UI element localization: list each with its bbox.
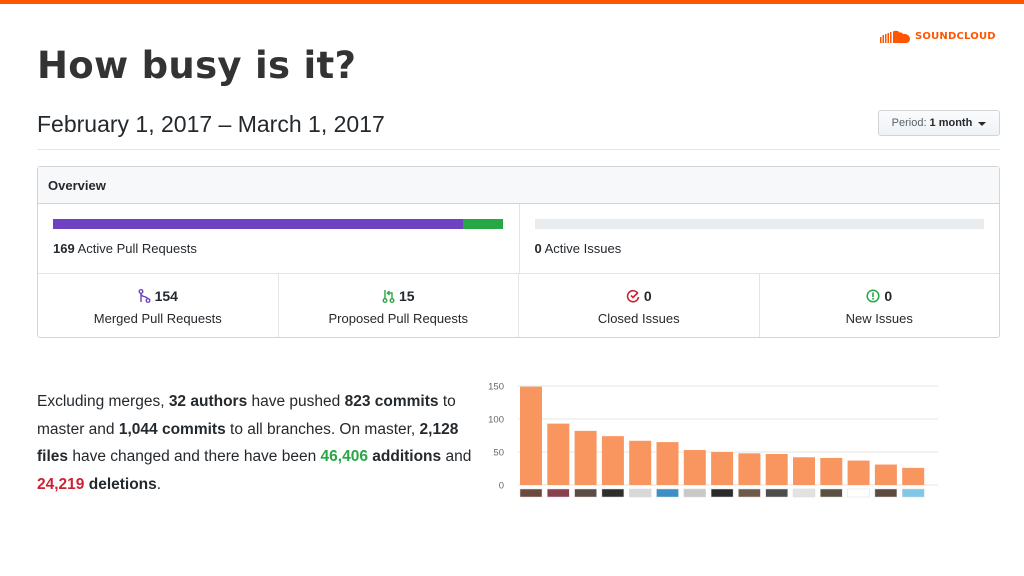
header-divider — [37, 149, 1000, 150]
new-issue-icon — [866, 289, 880, 303]
proposed-label: Proposed Pull Requests — [328, 311, 468, 326]
merged-count: 154 — [154, 288, 178, 304]
y-tick-label: 150 — [488, 382, 504, 393]
contributor-bar — [820, 457, 843, 485]
active-issues-label: Active Issues — [544, 241, 622, 256]
contributor-avatar — [792, 488, 816, 498]
stat-merged-pull-requests[interactable]: 154 Merged Pull Requests — [38, 274, 278, 337]
y-tick-label: 100 — [488, 415, 504, 426]
period-dropdown[interactable]: Period: 1 month — [878, 110, 1000, 136]
closed-issue-icon — [626, 289, 640, 303]
issues-bar — [534, 219, 984, 229]
merged-segment — [53, 219, 464, 229]
deletions-count: 24,219 — [37, 475, 85, 493]
merged-pr-icon — [138, 289, 151, 303]
contributor-avatar — [547, 488, 570, 498]
additions-count: 46,406 — [320, 448, 368, 465]
contributor-avatar — [656, 488, 679, 498]
overview-panel: Overview 169 Active Pull Requests 0 Acti… — [37, 166, 1000, 338]
contributor-avatar — [847, 488, 870, 498]
contributor-bar — [520, 386, 542, 485]
period-label: Period: — [891, 117, 927, 129]
closed-label: Closed Issues — [597, 311, 680, 326]
slide-title: How busy is it? — [37, 44, 357, 87]
y-tick-label: 50 — [493, 448, 504, 459]
contributor-avatar — [765, 488, 788, 498]
contributor-bar — [902, 467, 925, 485]
caret-down-icon — [978, 121, 987, 126]
contributor-avatar — [874, 488, 898, 498]
contributor-bar — [874, 464, 897, 485]
summary-text: Excluding merges, — [37, 393, 169, 410]
contributor-avatar — [820, 488, 843, 498]
contributor-bar — [547, 423, 570, 485]
contributor-avatar — [574, 488, 597, 498]
contributor-avatar — [901, 488, 925, 498]
period-value: 1 month — [929, 117, 973, 129]
top-accent-bar — [0, 0, 1024, 4]
active-pull-requests-link[interactable]: 169 Active Pull Requests — [53, 241, 504, 256]
active-issues-section: 0 Active Issues — [518, 204, 1000, 273]
summary-text: and — [441, 448, 472, 465]
stat-new-issues[interactable]: 0 New Issues — [758, 274, 1000, 337]
new-issues-count: 0 — [884, 288, 893, 304]
merged-label: Merged Pull Requests — [93, 311, 222, 326]
contributor-bar — [574, 430, 597, 485]
contributor-bar — [793, 457, 815, 485]
soundcloud-logo: SOUNDCLOUD — [880, 30, 996, 43]
contributor-bar — [629, 440, 652, 485]
active-issues-link[interactable]: 0 Active Issues — [535, 241, 985, 256]
proposed-count: 15 — [398, 288, 415, 304]
proposed-pr-icon — [382, 290, 395, 303]
all-branches-commits-count: 1,044 commits — [118, 420, 226, 438]
pull-requests-bar — [53, 219, 504, 229]
stat-proposed-pull-requests[interactable]: 15 Proposed Pull Requests — [277, 274, 519, 337]
active-issues-count: 0 — [534, 241, 542, 256]
contributor-avatar — [710, 488, 734, 498]
contributors-bar-chart: 0 50 100 150 — [488, 382, 938, 498]
contributor-avatar — [683, 488, 707, 498]
active-pull-requests-label: Active Pull Requests — [77, 241, 197, 256]
authors-count: 32 authors — [168, 393, 248, 410]
additions-label: additions — [367, 448, 442, 465]
contributor-avatar — [519, 488, 543, 498]
contributor-bar — [683, 450, 706, 485]
contributor-bar — [656, 442, 679, 485]
stat-closed-issues[interactable]: 0 Closed Issues — [518, 274, 759, 337]
summary-text: have changed and there have been — [68, 448, 321, 465]
deletions-label: deletions — [84, 475, 157, 493]
date-range-heading: February 1, 2017 – March 1, 2017 — [37, 111, 385, 137]
summary-text: . — [156, 475, 162, 493]
contributor-avatar — [738, 488, 761, 498]
active-pull-requests-section: 169 Active Pull Requests — [38, 204, 519, 273]
soundcloud-cloud-icon — [880, 30, 910, 43]
overview-header: Overview — [38, 167, 999, 204]
contributor-bar — [601, 436, 624, 485]
brand-name: SOUNDCLOUD — [915, 31, 996, 42]
contributor-avatar — [601, 488, 625, 498]
new-issues-label: New Issues — [845, 311, 913, 326]
summary-text: to all branches. On master, — [225, 420, 420, 438]
summary-text: have pushed — [247, 393, 345, 410]
contributor-bar — [847, 460, 870, 485]
y-tick-label: 0 — [499, 481, 504, 492]
contributor-bar — [765, 453, 788, 485]
master-commits-count: 823 commits — [344, 393, 439, 410]
contributor-bar — [711, 452, 734, 485]
commit-summary: Excluding merges, 32 authors have pushed… — [37, 388, 487, 498]
contributor-avatar — [628, 488, 652, 498]
proposed-segment — [463, 219, 504, 229]
closed-count: 0 — [643, 288, 652, 304]
active-pull-requests-count: 169 — [53, 241, 75, 256]
contributor-bar — [738, 453, 761, 485]
